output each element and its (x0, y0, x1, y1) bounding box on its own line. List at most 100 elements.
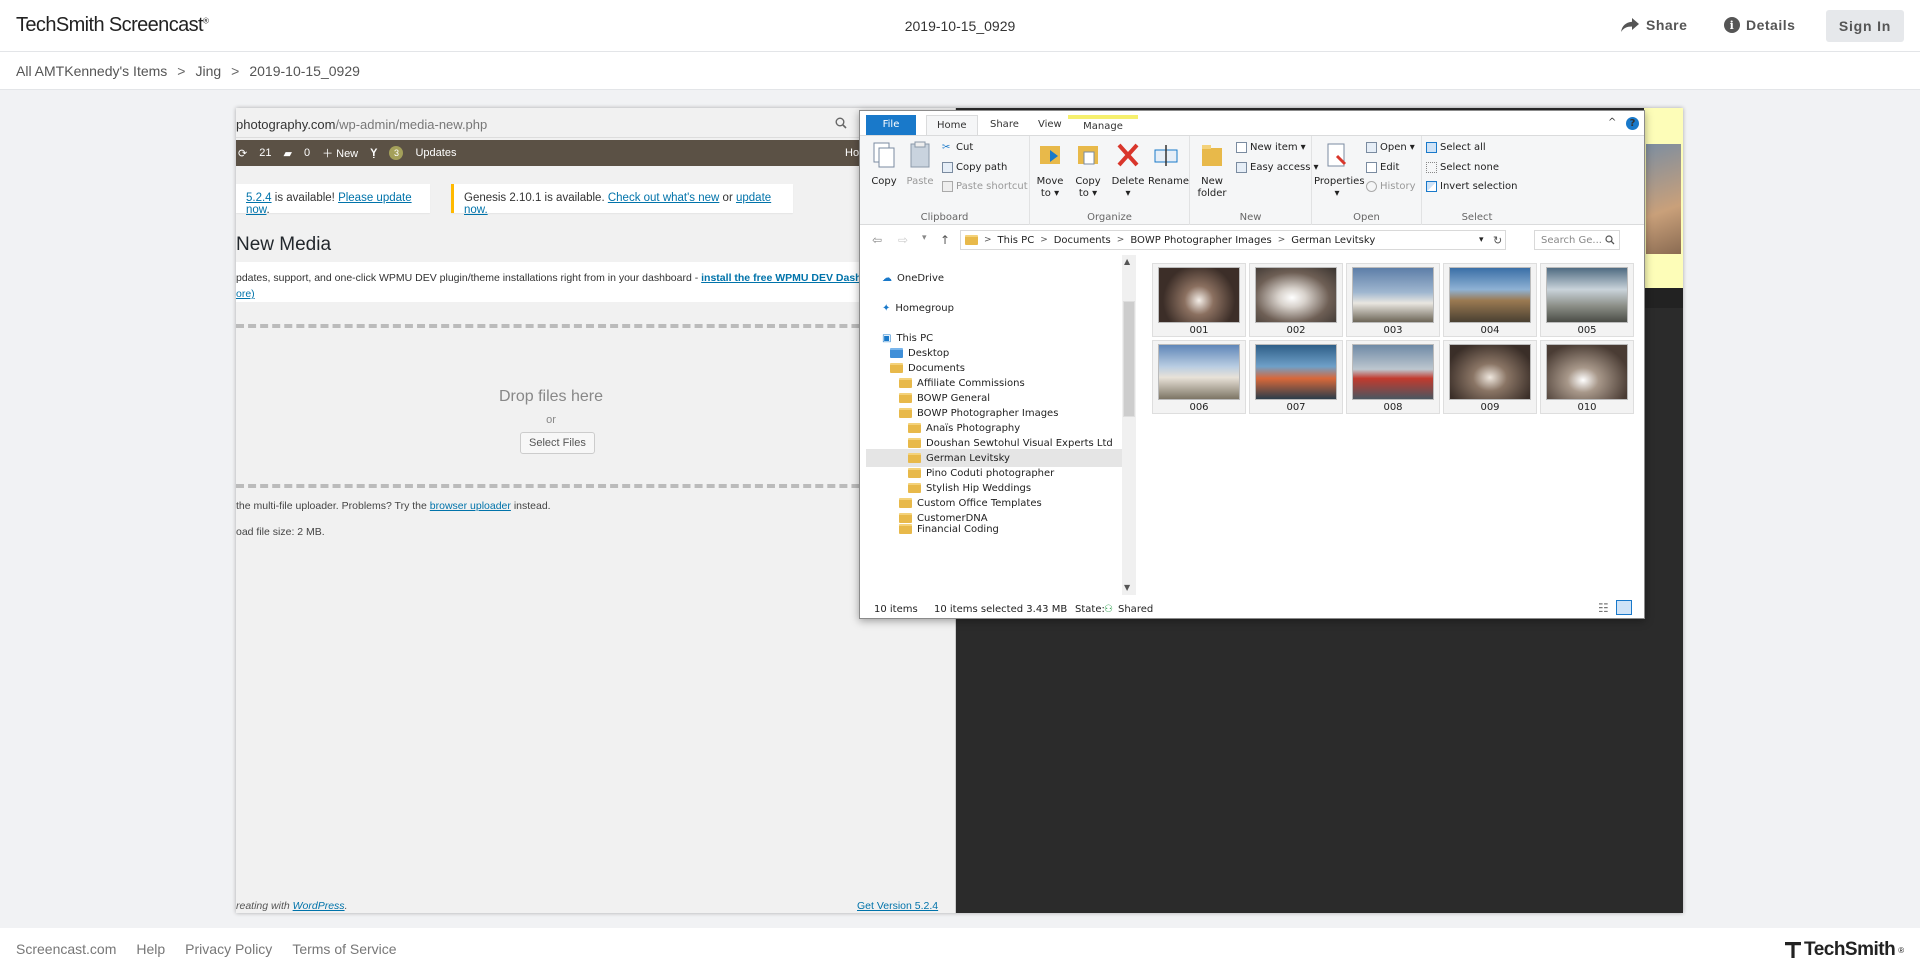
invert-selection-button[interactable]: Invert selection (1426, 181, 1518, 192)
help-icon[interactable]: ? (1626, 117, 1639, 130)
path-documents[interactable]: Documents (1054, 235, 1111, 246)
copy-path-button[interactable]: Copy path (942, 162, 1007, 173)
footer-link-help[interactable]: Help (136, 941, 165, 957)
move-to-button[interactable]: Move to ▾ (1032, 140, 1068, 200)
comments-count[interactable]: 0 (304, 147, 310, 159)
select-files-button[interactable]: Select Files (520, 432, 595, 454)
details-view-icon[interactable]: ☷ (1598, 601, 1609, 615)
breadcrumb-item-all-items[interactable]: All AMTKennedy's Items (16, 63, 167, 79)
refresh-icon[interactable]: ↻ (1493, 234, 1502, 247)
breadcrumb-item-current: 2019-10-15_0929 (249, 63, 360, 79)
techsmith-logo[interactable]: TechSmith ® (1785, 939, 1904, 961)
uploader-note-end: instead. (510, 500, 551, 512)
search-icon[interactable] (835, 117, 847, 129)
tab-manage[interactable]: Manage (1068, 115, 1138, 135)
uploader-note-text: the multi-file uploader. Problems? Try t… (236, 500, 430, 512)
details-button[interactable]: i Details (1724, 17, 1795, 33)
refresh-icon[interactable]: ⟳ (238, 147, 247, 160)
recent-locations-icon[interactable]: ▾ (922, 233, 927, 243)
drop-zone[interactable]: Drop files here or Select Files (236, 324, 955, 488)
path-this-pc[interactable]: This PC (998, 235, 1035, 246)
folder-icon (899, 408, 912, 418)
new-item-button[interactable]: New item ▾ (1236, 142, 1306, 153)
thumbnail-item[interactable]: 008 (1346, 340, 1440, 414)
history-button[interactable]: History (1366, 181, 1416, 192)
footer-link-screencast[interactable]: Screencast.com (16, 941, 116, 957)
thumbnail-item[interactable]: 006 (1152, 340, 1246, 414)
forward-icon[interactable]: ⇨ (898, 233, 908, 247)
new-folder-button[interactable]: New folder (1194, 140, 1230, 200)
wpmudev-more-link[interactable]: ore) (236, 288, 255, 300)
scroll-up-icon[interactable]: ▲ (1124, 257, 1130, 266)
share-button[interactable]: Share (1620, 17, 1687, 33)
genesis-update-notice: Genesis 2.10.1 is available. Check out w… (451, 184, 793, 216)
paste-button[interactable]: Paste (902, 140, 938, 188)
screencast-logo[interactable]: TechSmith Screencast® (16, 14, 209, 37)
thumbnail-item[interactable]: 004 (1443, 263, 1537, 337)
tab-share[interactable]: Share (980, 115, 1029, 135)
updates-link[interactable]: Updates (415, 147, 456, 159)
path-bowp-images[interactable]: BOWP Photographer Images (1130, 235, 1271, 246)
breadcrumb-item-jing[interactable]: Jing (195, 63, 221, 79)
nav-onedrive[interactable]: ☁ OneDrive (882, 269, 944, 287)
thumbnail-item[interactable]: 005 (1540, 263, 1634, 337)
easy-access-button[interactable]: Easy access ▾ (1236, 162, 1318, 173)
yoast-icon[interactable]: Ỵ (370, 147, 377, 159)
edit-button[interactable]: Edit (1366, 162, 1399, 173)
large-icons-view-icon[interactable] (1616, 600, 1632, 615)
thumbnail-item[interactable]: 007 (1249, 340, 1343, 414)
paste-shortcut-button[interactable]: Paste shortcut (942, 181, 1028, 192)
properties-button[interactable]: Properties ▾ (1314, 140, 1365, 200)
version-link[interactable]: 5.2.4 (246, 192, 272, 204)
file-explorer-window[interactable]: File Home Share View Manage ^ ? Copy Pas… (859, 110, 1645, 619)
file-view[interactable]: 001 002 003 004 005 006 007 008 009 010 (1152, 255, 1638, 595)
rename-button[interactable]: Rename (1148, 140, 1189, 188)
tab-view[interactable]: View (1028, 115, 1072, 135)
max-upload-size: oad file size: 2 MB. (236, 526, 325, 538)
scroll-down-icon[interactable]: ▼ (1124, 583, 1130, 592)
minimize-ribbon-icon[interactable]: ^ (1608, 117, 1616, 128)
thumbnail-item[interactable]: 009 (1443, 340, 1537, 414)
up-icon[interactable]: ↑ (940, 233, 950, 247)
explorer-search-input[interactable]: Search Ge... (1534, 230, 1620, 250)
wpmudev-link[interactable]: install the free WPMU DEV Dashbo (701, 272, 874, 284)
thumbnail-item[interactable]: 001 (1152, 263, 1246, 337)
nav-folder[interactable]: Financial Coding (899, 524, 999, 534)
nav-homegroup[interactable]: ✦ Homegroup (882, 299, 954, 317)
path-breadcrumb[interactable]: > This PC > Documents > BOWP Photographe… (960, 230, 1506, 250)
admin-bar-new[interactable]: ＋ New (322, 145, 358, 161)
footer-link-terms[interactable]: Terms of Service (292, 941, 396, 957)
thumbnail-item[interactable]: 003 (1346, 263, 1440, 337)
admin-bar-count[interactable]: 21 (259, 147, 271, 159)
copy-button[interactable]: Copy (866, 140, 902, 188)
navigation-pane[interactable]: ☁ OneDrive ✦ Homegroup ▣ This PC Desktop Do… (866, 255, 1122, 595)
browser-uploader-link[interactable]: browser uploader (430, 500, 511, 512)
delete-button[interactable]: Delete ▾ (1110, 140, 1146, 200)
tab-file[interactable]: File (866, 115, 916, 135)
nav-scrollbar[interactable]: ▲ ▼ (1122, 255, 1136, 595)
cut-button[interactable]: ✂ Cut (942, 142, 973, 153)
folder-icon (899, 513, 912, 523)
comment-icon[interactable]: ▰ (283, 147, 291, 160)
wordpress-link[interactable]: WordPress (293, 900, 345, 912)
path-german-levitsky[interactable]: German Levitsky (1291, 235, 1375, 246)
thumbnail-item[interactable]: 010 (1540, 340, 1634, 414)
back-icon[interactable]: ⇦ (872, 233, 882, 247)
open-button[interactable]: Open ▾ (1366, 142, 1415, 153)
get-version-link[interactable]: Get Version 5.2.4 (857, 900, 938, 912)
select-none-button[interactable]: Select none (1426, 162, 1499, 173)
howdy-menu[interactable]: Ho (845, 147, 859, 159)
thumbnail-item[interactable]: 002 (1249, 263, 1343, 337)
path-dropdown-icon[interactable]: ▾ (1479, 235, 1484, 245)
scroll-thumb[interactable] (1123, 301, 1135, 417)
tab-home[interactable]: Home (926, 115, 978, 135)
whats-new-link[interactable]: Check out what's new (608, 192, 720, 204)
select-all-button[interactable]: Select all (1426, 142, 1486, 153)
wp-update-notice: 5.2.4 is available! Please update now. (236, 184, 430, 216)
footer-link-privacy[interactable]: Privacy Policy (185, 941, 272, 957)
sign-in-button[interactable]: Sign In (1826, 10, 1904, 42)
yoast-badge[interactable]: 3 (389, 146, 404, 160)
copy-to-label-2: to (1078, 188, 1089, 199)
browser-address-bar[interactable]: photography.com/wp-admin/media-new.php (236, 108, 955, 138)
copy-to-button[interactable]: Copy to ▾ (1070, 140, 1106, 200)
